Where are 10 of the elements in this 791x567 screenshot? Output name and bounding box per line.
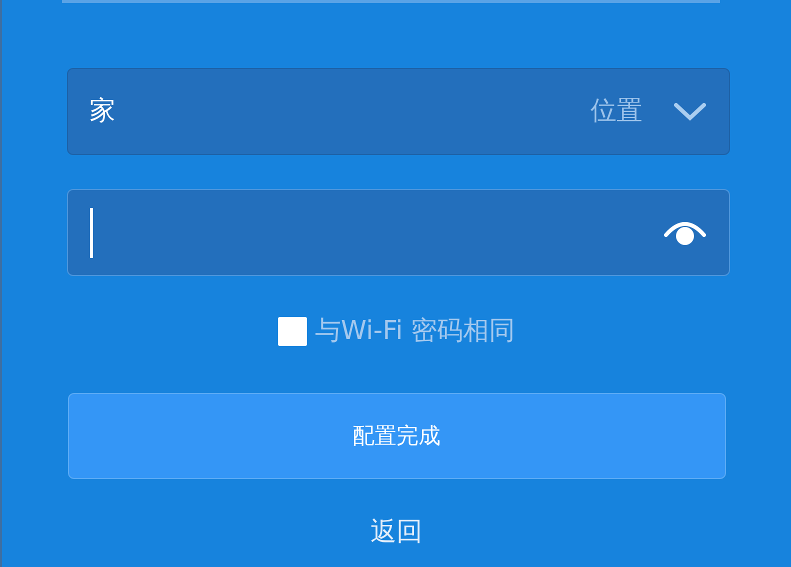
checkbox[interactable] xyxy=(278,317,307,346)
select-value: 家 xyxy=(90,95,116,128)
submit-button[interactable]: 配置完成 xyxy=(68,393,726,479)
back-link[interactable]: 返回 xyxy=(370,513,422,552)
text-cursor xyxy=(90,208,92,258)
location-select[interactable]: 家 位置 xyxy=(66,68,730,155)
password-field[interactable] xyxy=(66,189,730,276)
chevron-down-icon xyxy=(672,102,706,122)
select-label: 位置 xyxy=(590,95,642,128)
checkbox-label: 与Wi-Fi 密码相同 xyxy=(314,315,516,348)
